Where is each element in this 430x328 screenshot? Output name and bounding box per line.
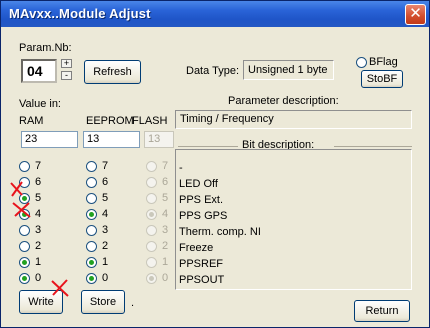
store-status-text: . bbox=[131, 297, 135, 309]
eeprom-bit-1-label: 1 bbox=[102, 256, 109, 268]
eeprom-bit-3-radio[interactable] bbox=[86, 225, 97, 236]
ram-bit-7-label: 7 bbox=[35, 160, 42, 172]
ram-bit-2-label: 2 bbox=[35, 240, 42, 252]
eeprom-bit-7-label: 7 bbox=[102, 160, 109, 172]
flash-bit-1-radio bbox=[146, 257, 157, 268]
bflag-label: BFlag bbox=[369, 56, 398, 68]
flash-bit-6-label: 6 bbox=[162, 176, 169, 188]
close-icon: ✕ bbox=[409, 5, 422, 22]
annotation-x-mark-write bbox=[51, 279, 69, 297]
title-bar[interactable]: MAvxx..Module Adjust ✕ bbox=[1, 1, 429, 27]
bit-desc-1: PPSREF bbox=[179, 258, 224, 270]
param-desc-field: Timing / Frequency bbox=[175, 110, 412, 129]
minus-icon: - bbox=[65, 70, 68, 80]
eeprom-bit-4-radio[interactable] bbox=[86, 209, 97, 220]
eeprom-bit-7-radio[interactable] bbox=[86, 161, 97, 172]
eeprom-bit-5-radio[interactable] bbox=[86, 193, 97, 204]
flash-value-input: 13 bbox=[144, 131, 174, 148]
bit-desc-3: Therm. comp. NI bbox=[179, 226, 261, 238]
flash-bit-5-label: 5 bbox=[162, 192, 169, 204]
flash-bit-7-label: 7 bbox=[162, 160, 169, 172]
ram-label: RAM bbox=[19, 115, 44, 127]
param-down-button[interactable]: - bbox=[61, 71, 72, 80]
ram-bit-1-radio[interactable] bbox=[19, 257, 30, 268]
ram-bit-2-radio[interactable] bbox=[19, 241, 30, 252]
value-in-label: Value in: bbox=[19, 98, 61, 110]
ram-bit-3-label: 3 bbox=[35, 224, 42, 236]
ram-bit-7-radio[interactable] bbox=[19, 161, 30, 172]
dialog-client: Param.Nb: 04 + - Refresh Data Type: Unsi… bbox=[4, 27, 426, 325]
bit-desc-line-right bbox=[334, 146, 412, 147]
param-up-button[interactable]: + bbox=[61, 59, 72, 68]
bit-desc-2: Freeze bbox=[179, 242, 214, 254]
bit-desc-6: LED Off bbox=[179, 178, 218, 190]
flash-bit-0-label: 0 bbox=[162, 272, 169, 284]
eeprom-value-input[interactable]: 13 bbox=[83, 131, 140, 148]
stobf-button[interactable]: StoBF bbox=[361, 70, 403, 88]
bit-desc-0: PPSOUT bbox=[179, 274, 225, 286]
flash-bit-0-radio bbox=[146, 273, 157, 284]
ram-value-input[interactable]: 23 bbox=[21, 131, 78, 148]
bit-desc-4: PPS GPS bbox=[179, 210, 228, 222]
eeprom-bit-0-label: 0 bbox=[102, 272, 109, 284]
ram-bit-1-label: 1 bbox=[35, 256, 42, 268]
bit-desc-5: PPS Ext. bbox=[179, 194, 224, 206]
flash-bit-4-label: 4 bbox=[162, 208, 169, 220]
flash-bit-1-label: 1 bbox=[162, 256, 169, 268]
flash-bit-4-radio bbox=[146, 209, 157, 220]
param-nb-input[interactable]: 04 bbox=[21, 59, 57, 83]
ram-bit-5-label: 5 bbox=[35, 192, 42, 204]
bit-desc-line-left bbox=[178, 146, 238, 147]
flash-bit-2-radio bbox=[146, 241, 157, 252]
ram-bit-4-label: 4 bbox=[35, 208, 42, 220]
data-type-field: Unsigned 1 byte bbox=[243, 60, 334, 80]
param-nb-label: Param.Nb: bbox=[19, 42, 72, 54]
eeprom-bit-0-radio[interactable] bbox=[86, 273, 97, 284]
annotation-x-mark-bit5 bbox=[10, 181, 23, 197]
param-desc-label: Parameter description: bbox=[228, 95, 339, 107]
plus-icon: + bbox=[63, 58, 70, 68]
eeprom-bit-2-label: 2 bbox=[102, 240, 109, 252]
ram-bit-6-label: 6 bbox=[35, 176, 42, 188]
eeprom-bit-5-label: 5 bbox=[102, 192, 109, 204]
eeprom-label: EEPROM bbox=[86, 115, 134, 127]
bit-desc-7: - bbox=[179, 162, 183, 174]
eeprom-bit-3-label: 3 bbox=[102, 224, 109, 236]
eeprom-bit-2-radio[interactable] bbox=[86, 241, 97, 252]
bflag-radio[interactable] bbox=[356, 57, 367, 68]
window-title: MAvxx..Module Adjust bbox=[9, 6, 151, 21]
eeprom-bit-4-label: 4 bbox=[102, 208, 109, 220]
flash-bit-3-radio bbox=[146, 225, 157, 236]
eeprom-bit-6-radio[interactable] bbox=[86, 177, 97, 188]
close-button[interactable]: ✕ bbox=[405, 4, 426, 25]
eeprom-bit-6-label: 6 bbox=[102, 176, 109, 188]
ram-bit-0-radio[interactable] bbox=[19, 273, 30, 284]
flash-bit-3-label: 3 bbox=[162, 224, 169, 236]
data-type-label: Data Type: bbox=[186, 65, 239, 77]
flash-label: FLASH bbox=[132, 115, 168, 127]
flash-bit-5-radio bbox=[146, 193, 157, 204]
flash-bit-7-radio bbox=[146, 161, 157, 172]
bit-description-list: - LED Off PPS Ext. PPS GPS Therm. comp. … bbox=[175, 149, 412, 290]
refresh-button[interactable]: Refresh bbox=[84, 60, 141, 84]
flash-bit-6-radio bbox=[146, 177, 157, 188]
store-button[interactable]: Store bbox=[81, 290, 125, 314]
eeprom-bit-1-radio[interactable] bbox=[86, 257, 97, 268]
ram-bit-3-radio[interactable] bbox=[19, 225, 30, 236]
module-adjust-window: MAvxx..Module Adjust ✕ Param.Nb: 04 + - … bbox=[0, 0, 430, 328]
return-button[interactable]: Return bbox=[354, 300, 410, 322]
annotation-x-mark-bit4 bbox=[12, 202, 31, 218]
flash-bit-2-label: 2 bbox=[162, 240, 169, 252]
ram-bit-0-label: 0 bbox=[35, 272, 42, 284]
